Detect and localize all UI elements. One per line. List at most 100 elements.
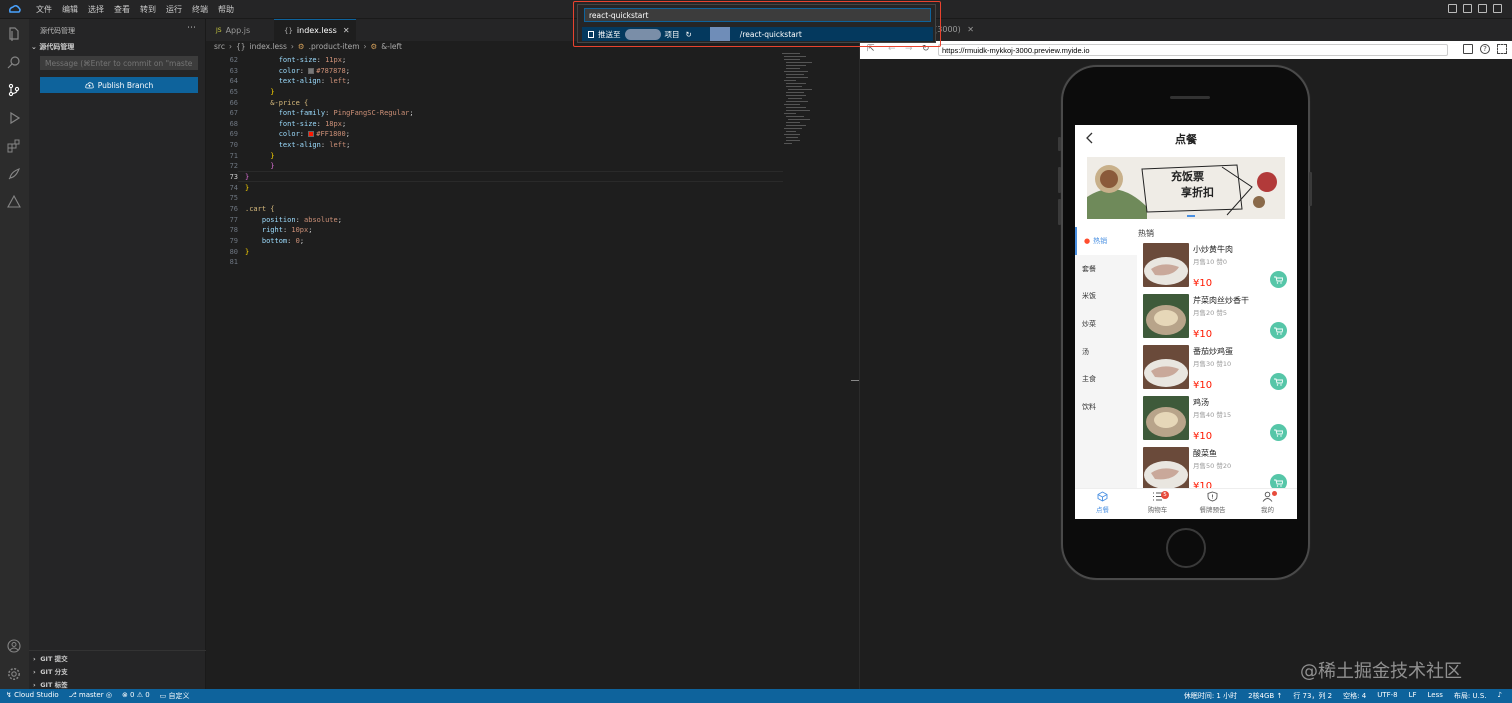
category-item-hot[interactable]: ● 热销 — [1075, 227, 1137, 255]
notifications-bell-icon[interactable]: ♪ — [1498, 691, 1502, 701]
promo-banner[interactable]: 充饭票 享折扣 — [1087, 157, 1285, 219]
add-to-cart-button[interactable] — [1270, 424, 1287, 441]
nav-order[interactable]: 点餐 — [1075, 491, 1130, 514]
css-value: PingFangSC-Regular — [333, 109, 410, 118]
run-debug-icon[interactable] — [7, 111, 21, 125]
status-encoding[interactable]: UTF-8 — [1377, 691, 1397, 701]
rocket-icon[interactable] — [7, 167, 21, 181]
git-branches-section[interactable]: › GIT 分支 — [33, 666, 68, 676]
toggle-secondary-sidebar-icon[interactable] — [1478, 4, 1487, 13]
menu-view[interactable]: 查看 — [109, 4, 135, 15]
help-icon[interactable]: ? — [1480, 44, 1490, 54]
product-image[interactable] — [1143, 294, 1189, 338]
nav-cart[interactable]: 5 购物车 — [1130, 491, 1185, 514]
url-input[interactable] — [938, 44, 1448, 56]
menu-terminal[interactable]: 终端 — [187, 4, 213, 15]
code-line: .cart { — [245, 204, 414, 215]
css-selector: &-price { — [270, 98, 309, 107]
device-toggle-icon[interactable] — [1463, 44, 1473, 54]
home-button[interactable] — [1166, 528, 1206, 568]
extensions-icon[interactable] — [7, 139, 21, 153]
menu-run[interactable]: 运行 — [161, 4, 187, 15]
tab-app-js[interactable]: JS App.js — [206, 19, 274, 41]
layout-controls — [1448, 4, 1502, 13]
color-swatch[interactable] — [308, 131, 315, 138]
git-commits-section[interactable]: › GIT 提交 — [33, 653, 68, 663]
resize-sash[interactable] — [851, 380, 859, 381]
search-icon[interactable] — [7, 55, 21, 69]
code-line: color: #FF1800; — [278, 130, 350, 139]
status-indentation[interactable]: 空格: 4 — [1343, 691, 1366, 701]
category-item-combo[interactable]: 套餐 — [1075, 255, 1137, 283]
category-item-rice[interactable]: 米饭 — [1075, 282, 1137, 310]
status-custom[interactable]: ▭ 自定义 — [160, 691, 190, 701]
more-actions-icon[interactable]: ⋯ — [187, 23, 196, 33]
breadcrumb-selector[interactable]: .product-item — [309, 42, 360, 51]
tab-index-less[interactable]: {} index.less ✕ — [274, 19, 356, 41]
menu-go[interactable]: 转到 — [135, 4, 161, 15]
minimap[interactable] — [782, 49, 822, 169]
close-tab-icon[interactable]: ✕ — [343, 26, 350, 35]
status-language[interactable]: Less — [1428, 691, 1443, 701]
settings-gear-icon[interactable] — [7, 667, 21, 681]
status-problems[interactable]: ⊗ 0 ⚠ 0 — [122, 691, 150, 701]
source-control-icon[interactable] — [7, 83, 21, 97]
category-item-staple[interactable]: 主食 — [1075, 365, 1137, 393]
account-icon[interactable] — [7, 639, 21, 653]
nav-profile[interactable]: 我的 — [1240, 491, 1295, 514]
annotation-highlight-box — [573, 1, 941, 47]
less-file-icon: {} — [235, 42, 246, 51]
mute-switch — [1058, 137, 1061, 151]
category-label: 米饭 — [1082, 291, 1096, 300]
selector-icon: ⚙ — [297, 42, 305, 51]
line-number: 69 — [229, 130, 238, 139]
category-item-drinks[interactable]: 饮料 — [1075, 393, 1137, 421]
status-sleep-time[interactable]: 休眠时间: 1 小时 — [1184, 691, 1237, 701]
menu-selection[interactable]: 选择 — [83, 4, 109, 15]
status-branch[interactable]: ⎇ master ◎ — [69, 691, 112, 701]
css-property: color — [278, 130, 300, 139]
code-content[interactable]: font-size: 11px; color: #787878; text-al… — [245, 55, 414, 268]
product-image[interactable] — [1143, 345, 1189, 389]
breadcrumb-file[interactable]: index.less — [250, 42, 287, 51]
sidebar-section-header[interactable]: ⌄ 源代码管理 — [31, 42, 74, 52]
add-to-cart-button[interactable] — [1270, 373, 1287, 390]
status-machine-spec[interactable]: 2核4GB ↑ — [1248, 691, 1282, 701]
code-line: right: 10px; — [261, 226, 313, 235]
menu-help[interactable]: 帮助 — [213, 4, 239, 15]
publish-branch-button[interactable]: Publish Branch — [40, 77, 198, 93]
category-item-soup[interactable]: 汤 — [1075, 338, 1137, 366]
customize-layout-icon[interactable] — [1493, 4, 1502, 13]
toggle-panel-icon[interactable] — [1463, 4, 1472, 13]
status-eol[interactable]: LF — [1409, 691, 1417, 701]
line-number: 68 — [229, 119, 238, 128]
explorer-icon[interactable] — [7, 27, 21, 41]
menu-edit[interactable]: 编辑 — [57, 4, 83, 15]
product-price: ¥10 — [1193, 431, 1213, 442]
activity-bar — [0, 19, 29, 689]
product-image[interactable] — [1143, 447, 1189, 491]
breadcrumb-selector[interactable]: &-left — [381, 42, 402, 51]
close-tab-icon[interactable]: ✕ — [967, 25, 974, 34]
toggle-sidebar-icon[interactable] — [1448, 4, 1457, 13]
git-tags-section[interactable]: › GIT 标签 — [33, 679, 68, 689]
category-item-stir-fry[interactable]: 炒菜 — [1075, 310, 1137, 338]
menu-file[interactable]: 文件 — [31, 4, 57, 15]
color-swatch[interactable] — [308, 67, 315, 74]
shield-icon — [1207, 491, 1218, 502]
banner-subheadline: 享折扣 — [1181, 186, 1214, 199]
qr-code-icon[interactable] — [1497, 44, 1507, 54]
product-image[interactable] — [1143, 243, 1189, 287]
add-to-cart-button[interactable] — [1270, 271, 1287, 288]
status-cursor-position[interactable]: 行 73，列 2 — [1293, 691, 1332, 701]
product-image[interactable] — [1143, 396, 1189, 440]
status-cloud-studio[interactable]: ↯ Cloud Studio — [6, 691, 59, 701]
commit-message-input[interactable] — [40, 56, 198, 70]
nav-menu-preview[interactable]: 餐牌预告 — [1185, 491, 1240, 514]
cloud-deploy-icon[interactable] — [7, 194, 21, 209]
breadcrumb-src[interactable]: src — [214, 42, 225, 51]
line-number: 75 — [229, 194, 238, 203]
status-keyboard-layout[interactable]: 布局: U.S. — [1454, 691, 1487, 701]
add-to-cart-button[interactable] — [1270, 322, 1287, 339]
